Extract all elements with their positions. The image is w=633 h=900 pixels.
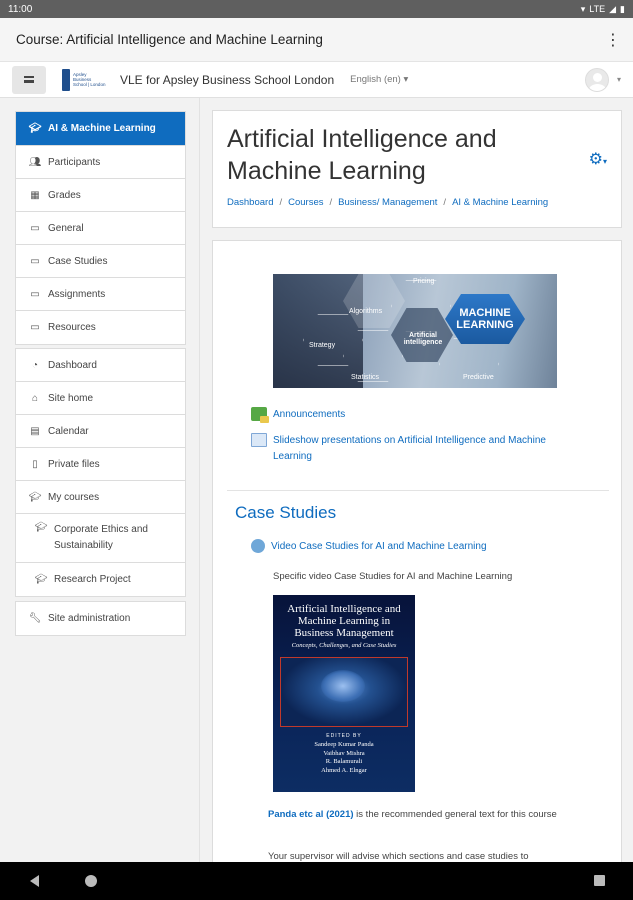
- nav-item-research-project[interactable]: 🎓︎ Research Project: [16, 563, 185, 596]
- section-divider: [227, 490, 609, 491]
- logo-mark: [62, 68, 70, 91]
- nav-item-course-ethics[interactable]: 🎓︎ Corporate Ethics and Sustainability: [16, 514, 185, 563]
- status-bar: 11:00 ▾ LTE ◢ ▮: [0, 0, 633, 18]
- breadcrumb-course[interactable]: AI & Machine Learning: [452, 197, 548, 208]
- book-title: Artificial Intelligence and Machine Lear…: [287, 603, 401, 639]
- wifi-icon: ▾: [580, 3, 586, 14]
- nav-item-general[interactable]: ▭ General: [16, 212, 185, 245]
- more-vert-icon[interactable]: ⋮: [605, 30, 621, 50]
- nav-drawer: 🎓︎ AI & Machine Learning 👥︎ Participants…: [0, 98, 200, 862]
- breadcrumb-courses[interactable]: Courses: [288, 197, 323, 208]
- site-nav-group: ◔ Dashboard ⌂ Site home ▤ Calendar ▯ Pri…: [15, 348, 186, 597]
- nav-item-grades[interactable]: ▦ Grades: [16, 179, 185, 212]
- calendar-icon: ▤: [30, 425, 40, 437]
- section-title-case-studies[interactable]: Case Studies: [235, 503, 336, 523]
- breadcrumb-category[interactable]: Business/ Management: [338, 197, 437, 208]
- chevron-down-icon[interactable]: ▾: [617, 75, 621, 84]
- course-content: Algorithms Artificial intelligence Stati…: [212, 240, 622, 870]
- wrench-icon: 🔧︎: [28, 613, 42, 624]
- site-logo[interactable]: Apsley Business School | London: [62, 68, 114, 92]
- status-icons: ▾ LTE ◢ ▮: [581, 4, 625, 15]
- nav-item-site-administration[interactable]: 🔧︎ Site administration: [16, 602, 185, 635]
- nav-item-calendar[interactable]: ▤ Calendar: [16, 415, 185, 448]
- nav-item-participants[interactable]: 👥︎ Participants: [16, 146, 185, 179]
- site-name-link[interactable]: VLE for Apsley Business School London: [120, 73, 334, 87]
- book-authors: Sandeep Kumar Panda Vaibhav Mishra R. Ba…: [314, 741, 374, 774]
- nav-item-resources[interactable]: ▭ Resources: [16, 311, 185, 344]
- course-banner-image: Algorithms Artificial intelligence Stati…: [273, 274, 557, 388]
- gear-icon[interactable]: ⚙▾: [589, 149, 607, 169]
- admin-nav-group: 🔧︎ Site administration: [15, 601, 186, 636]
- forum-icon: [251, 407, 269, 423]
- signal-icon: ◢: [609, 3, 617, 14]
- graduation-cap-icon: 🎓︎: [28, 123, 42, 134]
- page-header: Artificial Intelligence and Machine Lear…: [212, 110, 622, 228]
- recommendation-text: Panda etc al (2021) is the recommended g…: [268, 809, 557, 820]
- breadcrumb: Dashboard / Courses / Business/ Manageme…: [227, 197, 549, 208]
- activity-slideshow[interactable]: Slideshow presentations on Artificial In…: [251, 433, 571, 465]
- app-bar-title: Course: Artificial Intelligence and Mach…: [16, 32, 323, 47]
- users-icon: 👥︎: [28, 156, 42, 168]
- app-bar: Course: Artificial Intelligence and Mach…: [0, 18, 633, 62]
- language-menu[interactable]: English (en) ▾: [350, 74, 408, 85]
- book-edited-by: EDITED BY: [326, 733, 362, 739]
- folder-icon: ▭: [30, 255, 40, 267]
- nav-item-private-files[interactable]: ▯ Private files: [16, 448, 185, 481]
- logo-text: Apsley Business School | London: [73, 72, 106, 87]
- activity-summary: Specific video Case Studies for AI and M…: [273, 571, 513, 582]
- nav-item-site-home[interactable]: ⌂ Site home: [16, 382, 185, 415]
- nav-item-assignments[interactable]: ▭ Assignments: [16, 278, 185, 311]
- file-icon: [251, 433, 267, 447]
- graduation-cap-icon: 🎓︎: [28, 491, 42, 503]
- network-type: LTE: [589, 4, 606, 14]
- hamburger-icon: [24, 76, 34, 83]
- page-title: Artificial Intelligence and Machine Lear…: [227, 125, 497, 185]
- nav-item-dashboard[interactable]: ◔ Dashboard: [16, 349, 185, 382]
- home-button-icon[interactable]: [85, 875, 97, 887]
- banner-badge: MACHINE LEARNING: [445, 294, 525, 344]
- status-time: 11:00: [8, 3, 33, 15]
- url-icon: [251, 539, 265, 553]
- folder-icon: ▭: [30, 322, 40, 333]
- book-brain-art: [280, 657, 408, 727]
- activity-video-case-studies[interactable]: Video Case Studies for AI and Machine Le…: [251, 539, 487, 555]
- nav-item-case-studies[interactable]: ▭ Case Studies: [16, 245, 185, 278]
- nav-item-my-courses[interactable]: 🎓︎ My courses: [16, 481, 185, 514]
- course-nav-group: 🎓︎ AI & Machine Learning 👥︎ Participants…: [15, 111, 186, 345]
- system-nav-bar: [0, 862, 633, 900]
- avatar[interactable]: [584, 67, 609, 92]
- back-icon[interactable]: [30, 875, 39, 887]
- folder-icon: ▭: [30, 288, 40, 300]
- folder-icon: ▭: [30, 222, 40, 234]
- book-cover-image: Artificial Intelligence and Machine Lear…: [273, 595, 415, 792]
- home-icon: ⌂: [31, 392, 39, 404]
- battery-icon: ▮: [620, 3, 625, 14]
- recents-icon[interactable]: [594, 875, 605, 886]
- drawer-toggle-button[interactable]: [12, 65, 46, 94]
- recommendation-link[interactable]: Panda etc al (2021): [268, 809, 354, 820]
- dashboard-icon: ◔: [31, 359, 39, 371]
- nav-item-course-home[interactable]: 🎓︎ AI & Machine Learning: [16, 112, 185, 146]
- table-icon: ▦: [30, 189, 40, 201]
- file-icon: ▯: [32, 458, 38, 470]
- graduation-cap-icon: 🎓︎: [34, 574, 48, 585]
- breadcrumb-dashboard[interactable]: Dashboard: [227, 197, 273, 208]
- book-subtitle: Concepts, Challenges, and Case Studies: [291, 642, 397, 649]
- graduation-cap-icon: 🎓︎: [34, 522, 48, 533]
- site-navbar: Apsley Business School | London VLE for …: [0, 62, 633, 98]
- activity-announcements[interactable]: Announcements: [251, 407, 345, 423]
